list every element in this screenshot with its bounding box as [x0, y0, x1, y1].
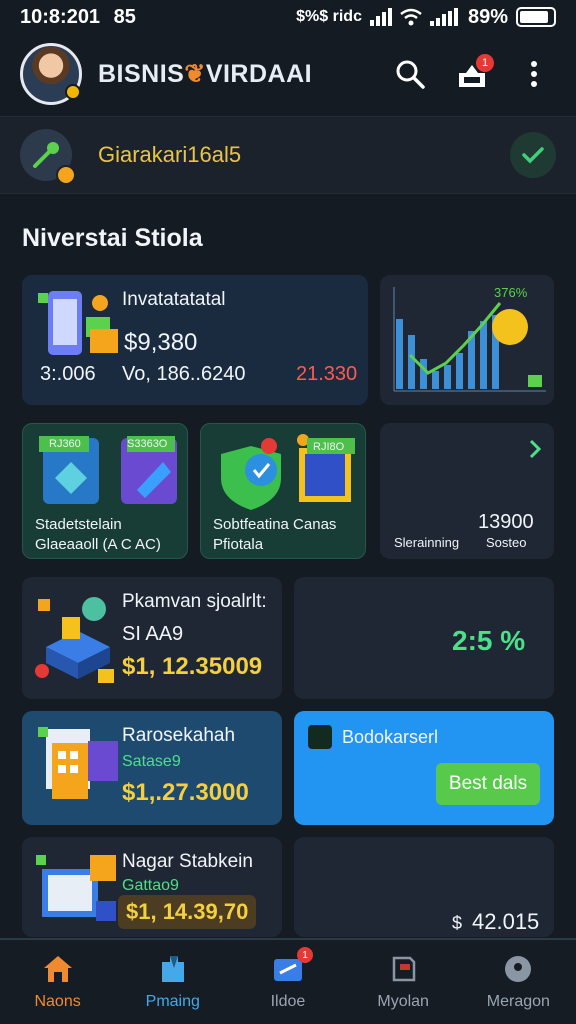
bookmark-icon [156, 953, 190, 985]
battery-percent: 89% [467, 5, 508, 28]
investment-mid-value: Vo, 186..6240 [122, 363, 246, 385]
more-menu-button[interactable] [512, 52, 556, 96]
stats2-line-1: Sobtfeatina Canas [213, 516, 337, 533]
account-amount: $1, 14.39,70 [118, 895, 257, 929]
chevron-right-icon[interactable] [528, 439, 542, 459]
stats-card-2[interactable]: RJI8O Sobtfeatina Canas Pfiotala [200, 423, 366, 559]
promo-banner[interactable]: Giarakari16al5 [0, 116, 576, 194]
best-deals-button[interactable]: Best dals [436, 763, 540, 805]
stats1-badge-2: S3363O [127, 438, 168, 450]
ticket-icon: 1 [271, 947, 313, 985]
app-header: BISNIS❦VIRDAAI 1 [0, 34, 576, 114]
chart-card[interactable]: 376% [380, 275, 554, 405]
coin-icon [56, 165, 76, 185]
wallet-sub: Satase9 [122, 753, 181, 770]
stats1-line-1: Stadetstelain [35, 516, 122, 533]
stats3-label-right: Sosteo [486, 535, 527, 550]
network-text: $%$ ridc [296, 8, 362, 25]
status-icons: $%$ ridc 89% [296, 6, 556, 29]
stats-card-3[interactable]: 13900 Slerainning Sosteo [380, 423, 554, 559]
battery-fill [520, 11, 549, 23]
nav-label-home: Naons [34, 993, 81, 1010]
fire-icon: ❦ [184, 60, 206, 88]
growth-chart-icon [393, 287, 546, 392]
promo-icon-wrap [20, 129, 76, 185]
investment-title: Invatatatatal [122, 289, 226, 310]
nav-item-plan[interactable]: Myolan [353, 953, 453, 1011]
clock-text: 10:8:201 [20, 5, 101, 28]
stats2-line-2: Pfiotala [213, 536, 264, 553]
promo-card-title: Bodokarserl [342, 727, 439, 747]
total-card[interactable]: $ 42.015 [294, 837, 554, 937]
account-title: Nagar Stabkein [122, 851, 253, 872]
nav-label-pricing: Pmaing [145, 993, 200, 1010]
app-title: BISNIS❦VIRDAAI [98, 59, 370, 89]
stats3-label-left: Slerainning [394, 535, 460, 550]
monitor-illustration-icon [36, 855, 116, 921]
percent-value: 2:5 % [452, 625, 526, 656]
nav-label-profile: Meragon [486, 993, 550, 1010]
brand-part-1: BISNIS [98, 60, 185, 88]
investment-right-value: 21.330 [296, 363, 358, 385]
wallet-title: Rarosekahah [122, 725, 236, 746]
status-time: 10:8:201 85 [20, 6, 136, 29]
status-bar: 10:8:201 85 $%$ ridc 89% [0, 0, 576, 34]
investment-card[interactable]: Invatatatatal $9,380 3:.006 Vo, 186..624… [22, 275, 368, 405]
chart-label: 376% [494, 285, 528, 300]
promo-card-icon [308, 725, 332, 749]
nav-label-plan: Myolan [377, 993, 429, 1010]
home-icon [41, 953, 75, 985]
key-icon [33, 142, 59, 168]
bottom-nav: Naons Pmaing 1 Ildoe Myolan Meragon [0, 938, 576, 1024]
nav-badge: 1 [296, 947, 313, 963]
total-value: 42.015 [472, 909, 540, 934]
total-prefix: $ [452, 913, 463, 933]
cube-illustration-icon [35, 597, 114, 683]
wallet-card[interactable]: Rarosekahah Satase9 $1,.27.3000 [22, 711, 282, 825]
promo-check-button[interactable] [510, 132, 556, 178]
stats1-badge-1: RJ360 [49, 438, 81, 450]
signal-strength-icon [429, 8, 458, 26]
profile-icon [501, 953, 535, 985]
payment-card[interactable]: Pkamvan sjoalrlt: SI AA9 $1, 12.35009 [22, 577, 282, 699]
avatar-status-dot [65, 84, 81, 100]
account-card[interactable]: Nagar Stabkein Gattao9 $1, 14.39,70 [22, 837, 282, 937]
carrier-text: 85 [113, 5, 136, 28]
account-sub: Gattao9 [122, 877, 179, 894]
payment-sub: SI AA9 [122, 623, 184, 645]
more-vertical-icon [531, 61, 537, 87]
investment-left-value: 3:.006 [40, 363, 96, 385]
nav-item-profile[interactable]: Meragon [468, 953, 568, 1011]
battery-icon [516, 7, 556, 27]
search-button[interactable] [388, 52, 432, 96]
check-icon [522, 147, 544, 164]
section-title: Niverstai Stiola [22, 224, 203, 252]
promo-text: Giarakari16al5 [98, 142, 242, 167]
promo-card[interactable]: Bodokarserl Best dals [294, 711, 554, 825]
payment-title: Pkamvan sjoalrlt: [122, 591, 267, 612]
nav-label-tickets: Ildoe [270, 993, 306, 1010]
phone-illustration-icon [38, 291, 118, 355]
document-icon [386, 953, 420, 985]
ledger-illustration-icon [38, 727, 118, 799]
signal-icon [369, 8, 392, 26]
nav-item-home[interactable]: Naons [8, 953, 108, 1011]
payment-amount: $1, 12.35009 [122, 653, 263, 680]
nav-item-tickets[interactable]: 1 Ildoe [238, 947, 338, 1011]
stats1-line-2: Glaeaaoll (A C AC) [35, 536, 161, 553]
search-icon [396, 60, 425, 89]
stats-card-1[interactable]: RJ360 S3363O Stadetstelain Glaeaaoll (A … [22, 423, 188, 559]
investment-amount: $9,380 [124, 329, 198, 356]
avatar[interactable] [20, 43, 82, 105]
notifications-button[interactable]: 1 [450, 52, 494, 96]
brand-part-2: VIRDAAI [205, 60, 313, 88]
notification-badge: 1 [476, 54, 494, 72]
percent-card[interactable]: 2:5 % [294, 577, 554, 699]
stats3-value: 13900 [478, 511, 534, 533]
stats2-badge: RJI8O [313, 441, 345, 453]
nav-item-pricing[interactable]: Pmaing [123, 953, 223, 1011]
wallet-amount: $1,.27.3000 [122, 779, 249, 806]
wifi-icon [400, 8, 422, 26]
